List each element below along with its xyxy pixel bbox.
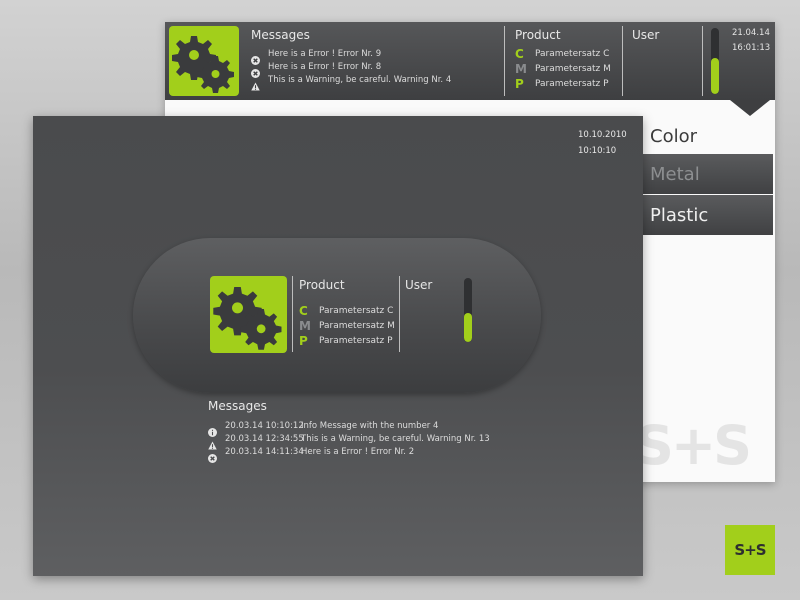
- divider: [399, 276, 400, 352]
- menu-label: Color: [650, 125, 697, 147]
- divider: [702, 26, 703, 96]
- level-gauge: [711, 28, 719, 94]
- message-text: This is a Warning, be careful. Warning N…: [301, 434, 490, 444]
- message-row[interactable]: 20.03.14 12:34:55 This is a Warning, be …: [208, 433, 490, 450]
- divider: [292, 276, 293, 352]
- level-gauge-fill: [711, 57, 719, 94]
- menu-label: Plastic: [650, 204, 709, 226]
- product-list: C Parametersatz C M Parametersatz M P Pa…: [515, 46, 611, 91]
- brand-logo: S+S: [725, 525, 775, 575]
- error-icon: [251, 50, 260, 65]
- menu-label: Metal: [650, 163, 700, 185]
- message-list: 20.03.14 10:10:12 Info Message with the …: [208, 420, 490, 463]
- product-letter: M: [515, 61, 527, 76]
- product-letter: C: [299, 303, 308, 318]
- message-row[interactable]: 20.03.14 14:11:34 Here is a Error ! Erro…: [208, 446, 490, 463]
- message-text: Here is a Error ! Error Nr. 9: [268, 49, 382, 59]
- gears-logo: [169, 26, 239, 96]
- product-item-p[interactable]: P Parametersatz P: [515, 76, 611, 91]
- message-text: Here is a Error ! Error Nr. 2: [301, 447, 415, 457]
- message-row[interactable]: 20.03.14 10:10:12 Info Message with the …: [208, 420, 490, 437]
- info-icon: [208, 422, 217, 437]
- product-label: Parametersatz C: [535, 48, 610, 59]
- product-letter: C: [515, 46, 524, 61]
- user-title: User: [632, 28, 660, 42]
- error-icon: [251, 63, 260, 78]
- message-row[interactable]: This is a Warning, be careful. Warning N…: [251, 74, 452, 91]
- message-row[interactable]: Here is a Error ! Error Nr. 8: [251, 61, 451, 78]
- product-letter: M: [299, 318, 311, 333]
- front-screen: 10.10.2010 10:10:10 Product C Parameters…: [33, 116, 643, 576]
- product-item-m[interactable]: M Parametersatz M: [299, 318, 395, 333]
- product-title: Product: [515, 28, 561, 42]
- product-label: Parametersatz M: [535, 63, 611, 74]
- product-title: Product: [299, 278, 345, 292]
- watermark-logo: S+S: [635, 414, 752, 477]
- message-timestamp: 20.03.14 10:10:12: [225, 421, 304, 431]
- product-item-p[interactable]: P Parametersatz P: [299, 333, 395, 348]
- product-label: Parametersatz C: [319, 305, 394, 316]
- product-label: Parametersatz M: [319, 320, 395, 331]
- divider: [622, 26, 623, 96]
- product-letter: P: [515, 76, 524, 91]
- warning-icon: [208, 435, 217, 450]
- messages-title: Messages: [208, 399, 267, 413]
- product-label: Parametersatz P: [319, 335, 393, 346]
- divider: [504, 26, 505, 96]
- gears-logo: [210, 276, 287, 353]
- product-item-c[interactable]: C Parametersatz C: [299, 303, 395, 318]
- date-display: 10.10.2010: [578, 130, 627, 140]
- message-list: Here is a Error ! Error Nr. 9 Here is a …: [251, 48, 452, 91]
- date-display: 21.04.14: [732, 28, 770, 38]
- warning-icon: [251, 76, 260, 91]
- product-letter: P: [299, 333, 308, 348]
- product-item-c[interactable]: C Parametersatz C: [515, 46, 611, 61]
- message-timestamp: 20.03.14 12:34:55: [225, 434, 304, 444]
- time-display: 10:10:10: [578, 146, 617, 156]
- messages-title: Messages: [251, 28, 310, 42]
- product-item-m[interactable]: M Parametersatz M: [515, 61, 611, 76]
- level-gauge: [464, 278, 472, 342]
- message-text: Info Message with the number 4: [301, 421, 439, 431]
- level-gauge-fill: [464, 313, 472, 342]
- message-text: Here is a Error ! Error Nr. 8: [268, 62, 382, 72]
- error-icon: [208, 448, 217, 463]
- product-label: Parametersatz P: [535, 78, 609, 89]
- menu-pointer: [730, 100, 770, 116]
- back-header-bar: Messages Here is a Error ! Error Nr. 9 H…: [165, 22, 775, 100]
- time-display: 16:01:13: [732, 43, 771, 53]
- message-timestamp: 20.03.14 14:11:34: [225, 447, 304, 457]
- product-list: C Parametersatz C M Parametersatz M P Pa…: [299, 303, 395, 348]
- user-title: User: [405, 278, 433, 292]
- message-text: This is a Warning, be careful. Warning N…: [268, 75, 452, 85]
- message-row[interactable]: Here is a Error ! Error Nr. 9: [251, 48, 451, 65]
